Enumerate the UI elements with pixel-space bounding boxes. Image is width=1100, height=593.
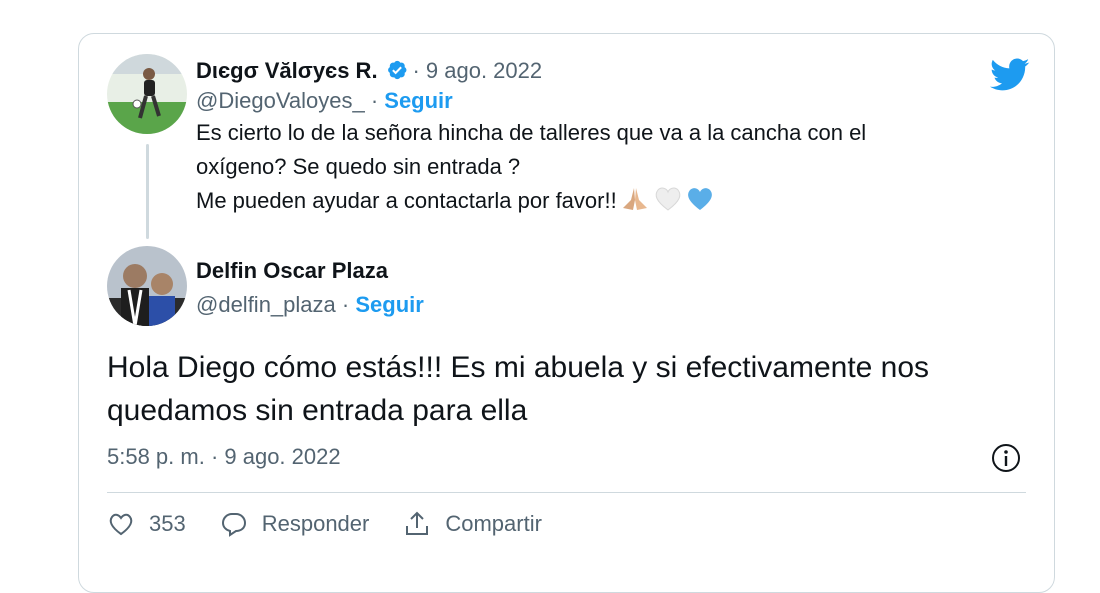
- share-label: Compartir: [445, 511, 542, 536]
- info-icon[interactable]: [990, 442, 1022, 474]
- avatar[interactable]: [107, 54, 187, 134]
- verified-badge-icon: [388, 60, 407, 80]
- praying-hands-emoji: [622, 188, 647, 210]
- text-line-content: Me pueden ayudar a contactarla por favor…: [196, 188, 617, 213]
- author-name[interactable]: Delfin Oscar Plaza: [196, 258, 388, 283]
- tweet-date[interactable]: · 9 ago. 2022: [412, 58, 542, 83]
- text-line: oxígeno? Se quedo sin entrada ?: [196, 154, 521, 179]
- parent-header: Dιєgσ Vălσуєѕ R. · 9 ago. 2022 @DiegoVal…: [196, 58, 866, 218]
- parent-tweet-text: Es cierto lo de la señora hincha de tall…: [196, 116, 866, 218]
- reply-header: Delfin Oscar Plaza @delfin_plaza · Segui…: [196, 258, 424, 318]
- text-line: Me pueden ayudar a contactarla por favor…: [196, 184, 866, 218]
- author-handle[interactable]: @delfin_plaza: [196, 292, 336, 317]
- divider: [107, 492, 1026, 493]
- separator: ·: [341, 292, 350, 317]
- tweet-text: Hola Diego cómo estás!!! Es mi abuela y …: [107, 351, 930, 427]
- tweet-card: Dιєgσ Vălσуєѕ R. · 9 ago. 2022 @DiegoVal…: [78, 33, 1055, 593]
- follow-button[interactable]: Seguir: [384, 88, 452, 113]
- share-button[interactable]: Compartir: [403, 510, 542, 538]
- heart-icon: [109, 513, 133, 536]
- avatar[interactable]: [107, 246, 187, 326]
- action-bar: 353 Responder Compartir: [107, 510, 576, 538]
- reply-label: Responder: [261, 511, 370, 536]
- like-count: 353: [149, 511, 186, 536]
- reply-icon: [221, 513, 246, 537]
- author-handle[interactable]: @DiegoValoyes_: [196, 88, 365, 113]
- thread-line: [146, 144, 149, 239]
- like-button[interactable]: 353: [107, 510, 186, 538]
- reply-button[interactable]: Responder: [220, 510, 370, 538]
- text-line: Es cierto lo de la señora hincha de tall…: [196, 120, 867, 145]
- author-name[interactable]: Dιєgσ Vălσуєѕ R.: [196, 58, 378, 83]
- blue-heart-emoji: [687, 188, 712, 210]
- follow-button[interactable]: Seguir: [355, 292, 423, 317]
- separator: ·: [370, 88, 379, 113]
- white-heart-emoji: [655, 187, 681, 211]
- share-icon: [406, 511, 429, 535]
- tweet-timestamp[interactable]: 5:58 p. m. · 9 ago. 2022: [107, 444, 341, 470]
- twitter-bird-icon[interactable]: [990, 58, 1030, 92]
